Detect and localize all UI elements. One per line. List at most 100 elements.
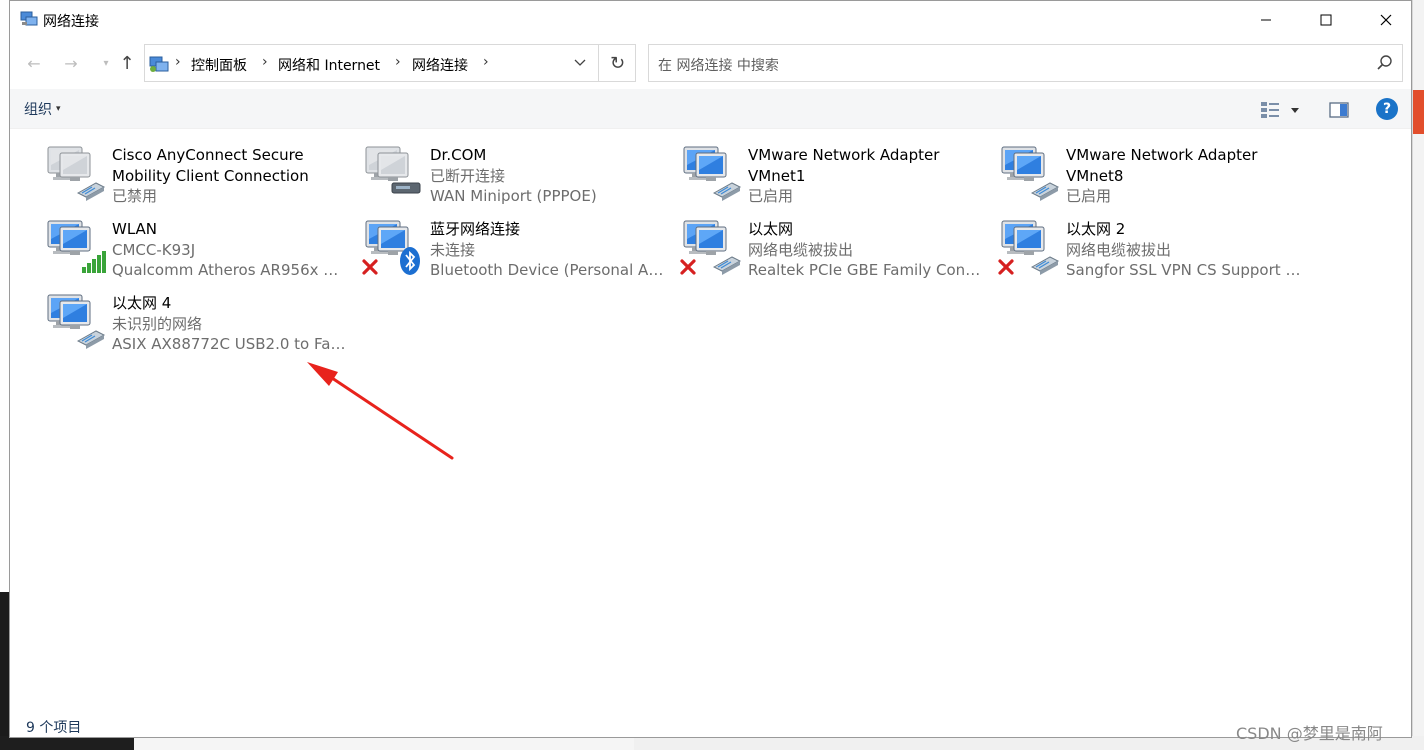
search-input[interactable]: 在 网络连接 中搜索 — [658, 55, 779, 75]
ethernet-adapter-icon — [998, 217, 1062, 277]
refresh-icon: ↻ — [609, 52, 626, 74]
connection-item[interactable]: 以太网 4 未识别的网络 ASIX AX88772C USB2.0 to Fast.… — [24, 283, 348, 353]
connection-text: Cisco AnyConnect Secure Mobility Client C… — [112, 145, 348, 207]
help-icon: ? — [1382, 101, 1392, 117]
organize-label: 组织 — [24, 102, 52, 118]
connection-status: 已断开连接 — [430, 166, 506, 185]
connection-device: WAN Miniport (PPPOE) — [430, 187, 597, 205]
breadcrumb-separator: › — [262, 54, 268, 70]
address-history-button[interactable] — [562, 45, 598, 81]
forward-button[interactable]: → — [59, 51, 83, 75]
preview-pane-icon[interactable] — [1328, 99, 1352, 121]
window-title: 网络连接 — [43, 14, 99, 30]
breadcrumb-network-connections[interactable]: 网络连接 — [412, 55, 468, 75]
chevron-down-icon: ▾ — [103, 57, 109, 69]
close-icon — [1380, 14, 1392, 26]
control-panel-icon — [149, 56, 169, 72]
connection-name: 蓝牙网络连接 — [430, 220, 521, 238]
connection-device: Realtek PCIe GBE Family Contr... — [748, 261, 984, 279]
connections-list: Cisco AnyConnect Secure Mobility Client C… — [10, 129, 1411, 709]
refresh-button[interactable]: ↻ — [598, 45, 636, 81]
minimize-icon — [1261, 19, 1271, 21]
back-arrow-icon: ← — [27, 53, 41, 73]
connection-name: VMnet1 — [748, 166, 806, 185]
connection-text: 以太网 4 未识别的网络 ASIX AX88772C USB2.0 to Fast.… — [112, 293, 348, 355]
organize-button[interactable]: 组织 ▾ — [24, 99, 61, 119]
back-button[interactable]: ← — [22, 51, 46, 75]
connection-text: VMware Network Adapter VMnet8 已启用 — [1066, 145, 1302, 207]
ethernet-adapter-icon — [44, 291, 108, 351]
help-button[interactable]: ? — [1376, 98, 1398, 120]
breadcrumb-control-panel[interactable]: 控制面板 — [191, 55, 247, 75]
up-button[interactable]: ↑ — [115, 51, 139, 75]
close-button[interactable] — [1356, 1, 1416, 39]
connection-status: 网络电缆被拔出 — [748, 240, 854, 259]
breadcrumb-separator: › — [483, 54, 489, 70]
connection-text: 以太网 2 网络电缆被拔出 Sangfor SSL VPN CS Support S… — [1066, 219, 1302, 281]
connection-device: Bluetooth Device (Personal Ar... — [430, 261, 666, 279]
connection-device: Sangfor SSL VPN CS Support S... — [1066, 261, 1302, 279]
network-connections-icon — [20, 11, 38, 26]
connection-status: CMCC-K93J — [112, 240, 196, 259]
ethernet-adapter-icon — [680, 217, 744, 277]
connection-name: 以太网 2 — [1066, 220, 1126, 238]
command-bar: 组织 ▾ ? — [10, 89, 1411, 129]
dialup-gray-icon — [362, 143, 426, 203]
desktop-accent-strip — [1413, 90, 1424, 134]
connection-name: WLAN — [112, 220, 158, 238]
forward-arrow-icon: → — [64, 53, 78, 73]
navigation-row: ← → ▾ ↑ › 控制面板 › 网络和 Internet › 网络连接 › ↻… — [10, 43, 1411, 85]
connection-text: 蓝牙网络连接 未连接 Bluetooth Device (Personal Ar..… — [430, 219, 666, 281]
chevron-down-icon: ▾ — [56, 104, 61, 114]
network-adapter-gray-icon — [44, 143, 108, 203]
breadcrumb-network-internet[interactable]: 网络和 Internet — [278, 55, 380, 75]
search-box[interactable]: 在 网络连接 中搜索 — [648, 44, 1403, 82]
connection-status: 未识别的网络 — [112, 314, 203, 333]
maximize-button[interactable] — [1296, 1, 1356, 39]
up-arrow-icon: ↑ — [119, 52, 135, 74]
search-icon[interactable] — [1376, 54, 1394, 72]
connection-status: 未连接 — [430, 240, 476, 259]
network-adapter-blue-icon — [680, 143, 744, 203]
connection-device: Qualcomm Atheros AR956x W... — [112, 261, 348, 279]
connection-text: Dr.COM 已断开连接 WAN Miniport (PPPOE) — [430, 145, 666, 207]
address-bar[interactable]: › 控制面板 › 网络和 Internet › 网络连接 › ↻ — [144, 44, 636, 82]
connection-name: VMnet8 — [1066, 166, 1124, 185]
connection-name: Dr.COM — [430, 146, 487, 164]
connection-status: 网络电缆被拔出 — [1066, 240, 1172, 259]
connection-text: 以太网网络电缆被拔出 Realtek PCIe GBE Family Contr.… — [748, 219, 984, 281]
connection-item[interactable]: Dr.COM 已断开连接 WAN Miniport (PPPOE) — [342, 135, 660, 205]
view-tiles-icon — [1261, 102, 1279, 118]
status-bar-count: 9 个项目 — [26, 720, 82, 736]
connection-name: VMware Network Adapter — [1066, 146, 1258, 164]
wireless-adapter-icon — [44, 217, 108, 277]
desktop-taskbar-bottom — [0, 736, 134, 750]
connection-item[interactable]: VMware Network Adapter VMnet8 已启用 — [978, 135, 1296, 205]
chevron-down-icon — [574, 59, 586, 66]
bluetooth-adapter-icon — [362, 217, 426, 277]
connection-status: 已启用 — [1066, 187, 1112, 205]
change-view-button[interactable] — [1260, 99, 1302, 121]
connection-item[interactable]: Cisco AnyConnect Secure Mobility Client C… — [24, 135, 342, 205]
chevron-down-icon — [1291, 108, 1299, 113]
connection-item[interactable]: 以太网 2 网络电缆被拔出 Sangfor SSL VPN CS Support S… — [978, 209, 1302, 279]
connection-name: Mobility Client Connection — [112, 166, 309, 185]
connection-name: 以太网 — [748, 220, 794, 238]
title-bar[interactable]: 网络连接 — [10, 1, 1411, 39]
connection-device: ASIX AX88772C USB2.0 to Fast... — [112, 335, 348, 353]
minimize-button[interactable] — [1236, 1, 1296, 39]
connection-item[interactable]: 以太网网络电缆被拔出 Realtek PCIe GBE Family Contr.… — [660, 209, 984, 279]
watermark: CSDN @梦里是南阿 — [1236, 724, 1383, 743]
connection-item[interactable]: VMware Network Adapter VMnet1 已启用 — [660, 135, 978, 205]
connection-name: 以太网 4 — [112, 294, 172, 312]
connection-status: 已禁用 — [112, 187, 158, 205]
connection-text: VMware Network Adapter VMnet1 已启用 — [748, 145, 984, 207]
connection-name: Cisco AnyConnect Secure — [112, 146, 304, 164]
connection-item[interactable]: WLAN CMCC-K93J Qualcomm Atheros AR956x W..… — [24, 209, 348, 279]
connection-item[interactable]: 蓝牙网络连接 未连接 Bluetooth Device (Personal Ar..… — [342, 209, 666, 279]
connection-name: VMware Network Adapter — [748, 146, 940, 164]
connection-text: WLAN CMCC-K93J Qualcomm Atheros AR956x W..… — [112, 219, 348, 281]
network-adapter-blue-icon — [998, 143, 1062, 203]
explorer-window: 网络连接 ← → ▾ ↑ › 控制面板 › 网络和 Internet › 网络连… — [9, 0, 1412, 738]
maximize-icon — [1320, 14, 1332, 26]
